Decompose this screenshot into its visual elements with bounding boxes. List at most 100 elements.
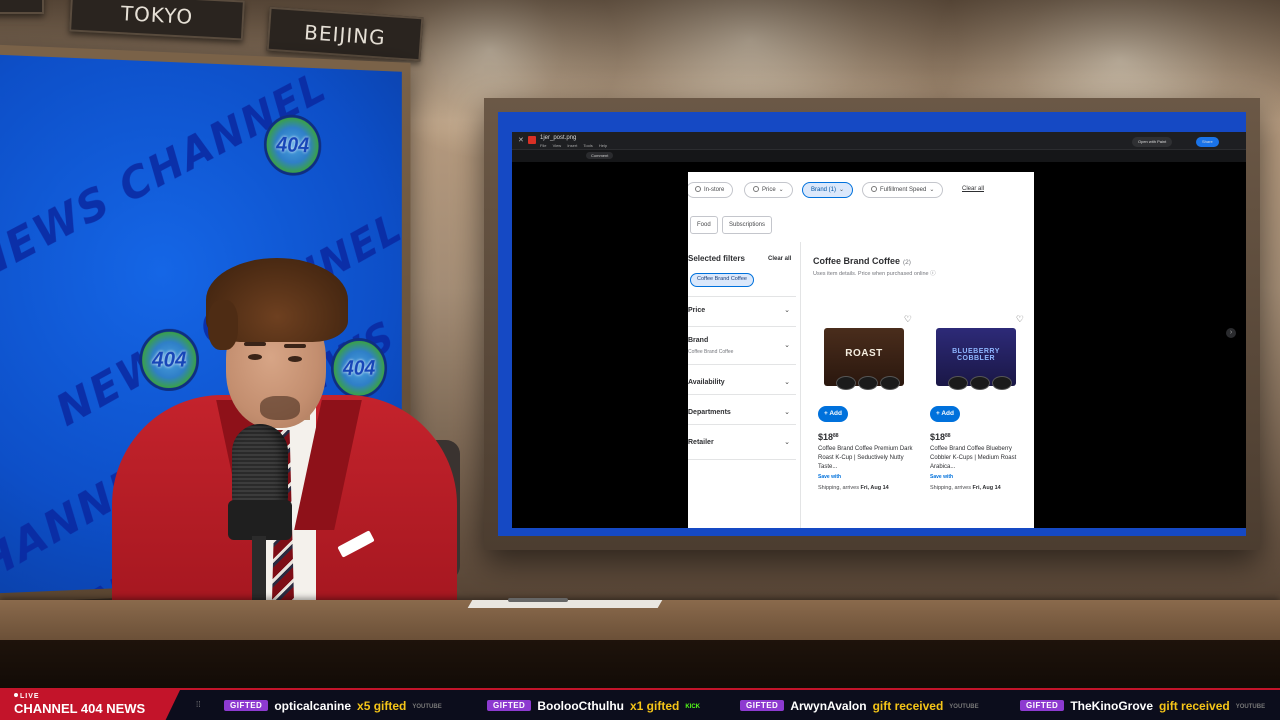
save-with-label: Save with [818, 474, 842, 480]
chevron-down-icon: ⌄ [839, 187, 845, 193]
gifted-badge: GIFTED [487, 700, 532, 711]
filter-chip-in-store[interactable]: In-store [688, 182, 734, 198]
ticker-item: GIFTED opticalcanine x5 gifted YOUTUBE [224, 697, 442, 715]
heart-icon[interactable]: ♡ [1016, 314, 1024, 325]
open-with-button[interactable]: Open with Paint [1132, 137, 1173, 147]
gift-message: gift received [1159, 699, 1230, 713]
platform-label: YOUTUBE [1235, 704, 1266, 710]
live-indicator: LIVE [14, 693, 40, 700]
monitor: ✕ 1jer_post.png File View Insert Tools H… [498, 112, 1246, 536]
chevron-down-icon: ⌄ [784, 409, 790, 416]
desk-front [0, 640, 1280, 690]
chevron-down-icon: ⌄ [784, 439, 790, 446]
category-chip-subscriptions[interactable]: Subscriptions [722, 216, 773, 234]
info-icon: ⓘ [930, 271, 936, 277]
menu-insert[interactable]: Insert [567, 143, 577, 148]
shop-page: In-store Price ⌄ Brand (1) ⌄ Fulfillment S… [688, 172, 1034, 528]
selected-filter-chip[interactable]: Coffee Brand Coffee [690, 273, 754, 287]
menu-view[interactable]: View [553, 143, 562, 148]
divider [800, 242, 801, 528]
category-chip-food[interactable]: Food [690, 216, 718, 234]
anchor-hair [208, 300, 238, 350]
menu-help[interactable]: Help [599, 143, 607, 148]
facet-departments[interactable]: Departments ⌄ [688, 394, 796, 424]
filter-chip-brand[interactable]: Brand (1) ⌄ [802, 182, 854, 198]
gifted-badge: GIFTED [740, 700, 785, 711]
save-with-label: Save with [930, 474, 954, 480]
eye [248, 354, 262, 360]
ticker-item: GIFTED TheKinoGrove gift received YOUTUBE [1020, 697, 1265, 715]
chevron-down-icon: ⌄ [784, 307, 790, 314]
add-to-cart-button[interactable]: + Add [818, 406, 848, 422]
ticker-item: GIFTED BoolooCthulhu x1 gifted KICK [487, 697, 700, 715]
eyebrow [244, 342, 266, 346]
watermark-text: NEWS CHANNEL [0, 62, 335, 291]
news-ticker: LIVE CHANNEL 404 NEWS ⁞⁞ GIFTED opticalca… [0, 688, 1280, 720]
selected-clear-all-link[interactable]: Clear all [768, 256, 791, 262]
product-name[interactable]: Coffee Brand Coffee Blueberry Cobbler K-… [930, 445, 1034, 472]
product-price: $1888 [818, 432, 839, 442]
add-to-cart-button[interactable]: + Add [930, 406, 960, 422]
comment-button[interactable]: Comment [586, 152, 614, 159]
gift-message: x1 gifted [629, 699, 680, 713]
app-menu: File View Insert Tools Help [540, 143, 612, 148]
username: TheKinoGrove [1070, 699, 1154, 713]
chevron-down-icon: ⌄ [784, 342, 790, 349]
product-card[interactable]: ♡ ROAST + Add $1888 Coffee Brand Coffee … [814, 310, 922, 510]
username: opticalcanine [274, 699, 352, 713]
results-count: (2) [903, 259, 911, 266]
product-card[interactable]: ♡ BLUEBERRY COBBLER + Add $1888 Coffee B… [926, 310, 1034, 510]
eye [288, 356, 302, 362]
menu-tools[interactable]: Tools [583, 143, 592, 148]
shipping-info: Shipping, arrives Fri, Aug 14 [818, 485, 889, 491]
chevron-down-icon: ⌄ [929, 187, 935, 193]
next-arrow-icon[interactable]: › [1226, 328, 1236, 338]
channel-logo: 404 [139, 328, 200, 392]
monitor-frame: ✕ 1jer_post.png File View Insert Tools H… [484, 98, 1260, 550]
heart-icon[interactable]: ♡ [904, 314, 912, 325]
chevron-down-icon: ⌄ [784, 379, 790, 386]
product-image[interactable]: ROAST [824, 328, 904, 390]
platform-label: YOUTUBE [949, 704, 979, 710]
platform-label: KICK [685, 704, 700, 710]
close-icon[interactable]: ✕ [518, 136, 524, 144]
image-file-icon [528, 136, 536, 144]
clock-icon [871, 186, 877, 192]
anchor-beard [260, 396, 300, 420]
gift-message: gift received [872, 699, 944, 713]
share-button[interactable]: Share [1196, 137, 1219, 147]
facet-price[interactable]: Price ⌄ [688, 296, 796, 326]
product-name[interactable]: Coffee Brand Coffee Premium Dark Roast K… [818, 445, 922, 472]
platform-label: YOUTUBE [412, 704, 442, 710]
desk-pen [508, 598, 568, 602]
price-icon [753, 186, 759, 192]
channel-logo: 404 [263, 113, 322, 177]
filter-chip-fulfillment[interactable]: Fulfillment Speed ⌄ [862, 182, 944, 198]
filter-chip-price[interactable]: Price ⌄ [744, 182, 793, 198]
menu-file[interactable]: File [540, 143, 546, 148]
facet-availability[interactable]: Availability ⌄ [688, 364, 796, 394]
ticker-item: GIFTED ArwynAvalon gift received YOUTUBE [740, 697, 979, 715]
shipping-info: Shipping, arrives Fri, Aug 14 [930, 485, 1001, 491]
studio-scene: TOKYO BEIJING NEWS CHANNEL NEWS CHANNEL … [0, 0, 1280, 720]
eyebrow [284, 344, 306, 348]
microphone-mount [228, 500, 292, 540]
results-subtitle: Uses item details. Price when purchased … [813, 271, 936, 277]
username: ArwynAvalon [790, 699, 867, 713]
product-image[interactable]: BLUEBERRY COBBLER [936, 328, 1016, 390]
facet-retailer[interactable]: Retailer ⌄ [688, 424, 796, 460]
channel-brand: LIVE CHANNEL 404 NEWS [0, 690, 180, 720]
clock-label-partial [0, 0, 44, 14]
gift-message: x5 gifted [357, 699, 407, 713]
facet-brand[interactable]: Brand Coffee Brand Coffee ⌄ [688, 326, 796, 364]
product-price: $1888 [930, 432, 951, 442]
app-title-bar: ✕ 1jer_post.png File View Insert Tools H… [512, 132, 1246, 150]
app-toolbar: Comment [512, 150, 1246, 162]
store-icon [695, 186, 701, 192]
ticker-separator: ⁞⁞ [196, 700, 201, 709]
clear-all-link[interactable]: Clear all [962, 186, 984, 192]
channel-name: CHANNEL 404 NEWS [14, 701, 146, 716]
gifted-badge: GIFTED [224, 700, 269, 711]
app-title: 1jer_post.png [540, 135, 577, 141]
channel-logo: 404 [330, 338, 388, 399]
